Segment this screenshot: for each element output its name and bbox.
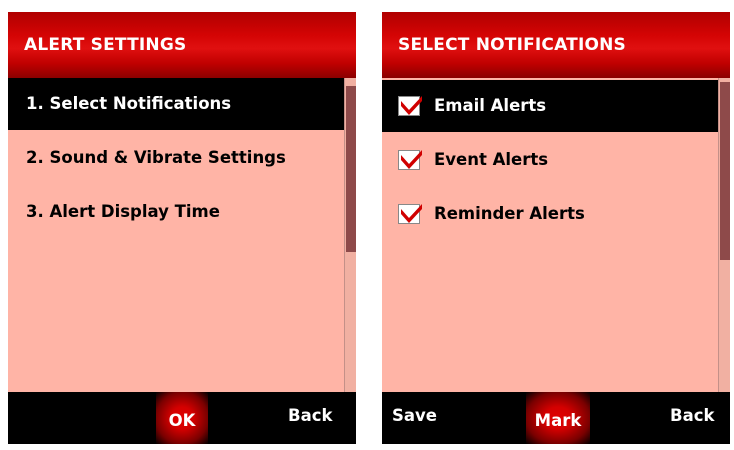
item-label: Email Alerts (434, 96, 547, 115)
back-softkey[interactable]: Back (670, 392, 714, 440)
email-alerts-item[interactable]: Email Alerts (382, 80, 718, 132)
checkbox-checked-icon[interactable] (398, 150, 422, 170)
menu-item-sound-vibrate-settings[interactable]: 2. Sound & Vibrate Settings (8, 132, 344, 184)
alert-settings-screen: ALERT SETTINGS 1. Select Notifications 2… (8, 12, 356, 444)
menu-item-select-notifications[interactable]: 1. Select Notifications (8, 78, 344, 130)
scrollbar[interactable] (344, 78, 356, 408)
softkey-bar: OK Back (8, 392, 356, 444)
item-label: Reminder Alerts (434, 204, 585, 223)
softkey-bar: Save Mark Back (382, 392, 730, 444)
screen-title: ALERT SETTINGS (8, 12, 356, 78)
item-label: Event Alerts (434, 150, 549, 169)
menu-item-alert-display-time[interactable]: 3. Alert Display Time (8, 186, 344, 238)
checkbox-checked-icon[interactable] (398, 96, 422, 116)
checkbox-checked-icon[interactable] (398, 204, 422, 224)
scroll-thumb[interactable] (720, 82, 730, 260)
event-alerts-item[interactable]: Event Alerts (382, 134, 718, 186)
select-notifications-screen: SELECT NOTIFICATIONS Email Alerts Event … (382, 12, 730, 444)
ok-softkey[interactable]: OK (156, 392, 208, 444)
back-softkey[interactable]: Back (288, 392, 332, 440)
reminder-alerts-item[interactable]: Reminder Alerts (382, 188, 718, 240)
save-softkey[interactable]: Save (392, 392, 437, 440)
screen-title: SELECT NOTIFICATIONS (382, 12, 730, 78)
scroll-thumb[interactable] (346, 86, 356, 252)
scrollbar[interactable] (718, 78, 730, 408)
mark-softkey[interactable]: Mark (526, 392, 590, 444)
